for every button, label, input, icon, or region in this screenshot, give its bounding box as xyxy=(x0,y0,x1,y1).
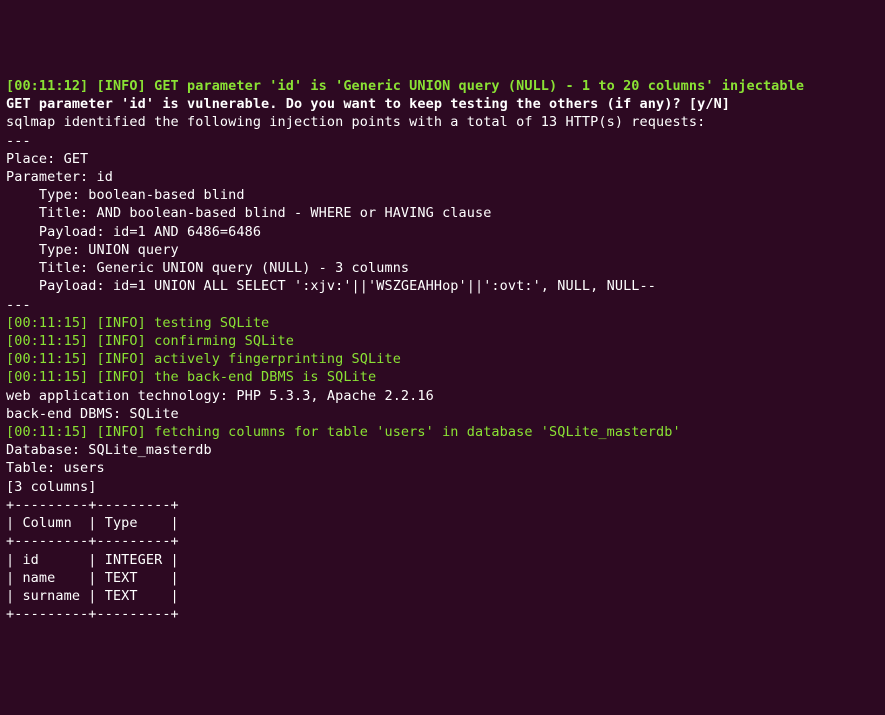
output-title-union: Title: Generic UNION query (NULL) - 3 co… xyxy=(6,259,879,277)
output-database: Database: SQLite_masterdb xyxy=(6,441,879,459)
output-title-boolean: Title: AND boolean-based blind - WHERE o… xyxy=(6,204,879,222)
table-border: +---------+---------+ xyxy=(6,605,879,623)
output-columns-count: [3 columns] xyxy=(6,478,879,496)
table-header: | Column | Type | xyxy=(6,514,879,532)
separator: --- xyxy=(6,296,879,314)
log-info-confirming-sqlite: [00:11:15] [INFO] confirming SQLite xyxy=(6,332,879,350)
output-backend-dbms: back-end DBMS: SQLite xyxy=(6,405,879,423)
table-row: | surname | TEXT | xyxy=(6,587,879,605)
output-sqlmap-identified: sqlmap identified the following injectio… xyxy=(6,113,879,131)
table-row: | id | INTEGER | xyxy=(6,551,879,569)
prompt-vulnerable: GET parameter 'id' is vulnerable. Do you… xyxy=(6,95,879,113)
separator: --- xyxy=(6,132,879,150)
log-info-testing-sqlite: [00:11:15] [INFO] testing SQLite xyxy=(6,314,879,332)
log-info-backend-dbms: [00:11:15] [INFO] the back-end DBMS is S… xyxy=(6,368,879,386)
output-type-union: Type: UNION query xyxy=(6,241,879,259)
output-payload-boolean: Payload: id=1 AND 6486=6486 xyxy=(6,223,879,241)
table-border: +---------+---------+ xyxy=(6,532,879,550)
terminal-output: [00:11:12] [INFO] GET parameter 'id' is … xyxy=(6,77,879,624)
table-row: | name | TEXT | xyxy=(6,569,879,587)
output-table: Table: users xyxy=(6,459,879,477)
output-place: Place: GET xyxy=(6,150,879,168)
output-web-tech: web application technology: PHP 5.3.3, A… xyxy=(6,387,879,405)
table-border: +---------+---------+ xyxy=(6,496,879,514)
output-payload-union: Payload: id=1 UNION ALL SELECT ':xjv:'||… xyxy=(6,277,879,295)
log-info-fetching-columns: [00:11:15] [INFO] fetching columns for t… xyxy=(6,423,879,441)
output-type-boolean: Type: boolean-based blind xyxy=(6,186,879,204)
output-parameter: Parameter: id xyxy=(6,168,879,186)
log-info-fingerprinting: [00:11:15] [INFO] actively fingerprintin… xyxy=(6,350,879,368)
log-info-injectable: [00:11:12] [INFO] GET parameter 'id' is … xyxy=(6,77,879,95)
